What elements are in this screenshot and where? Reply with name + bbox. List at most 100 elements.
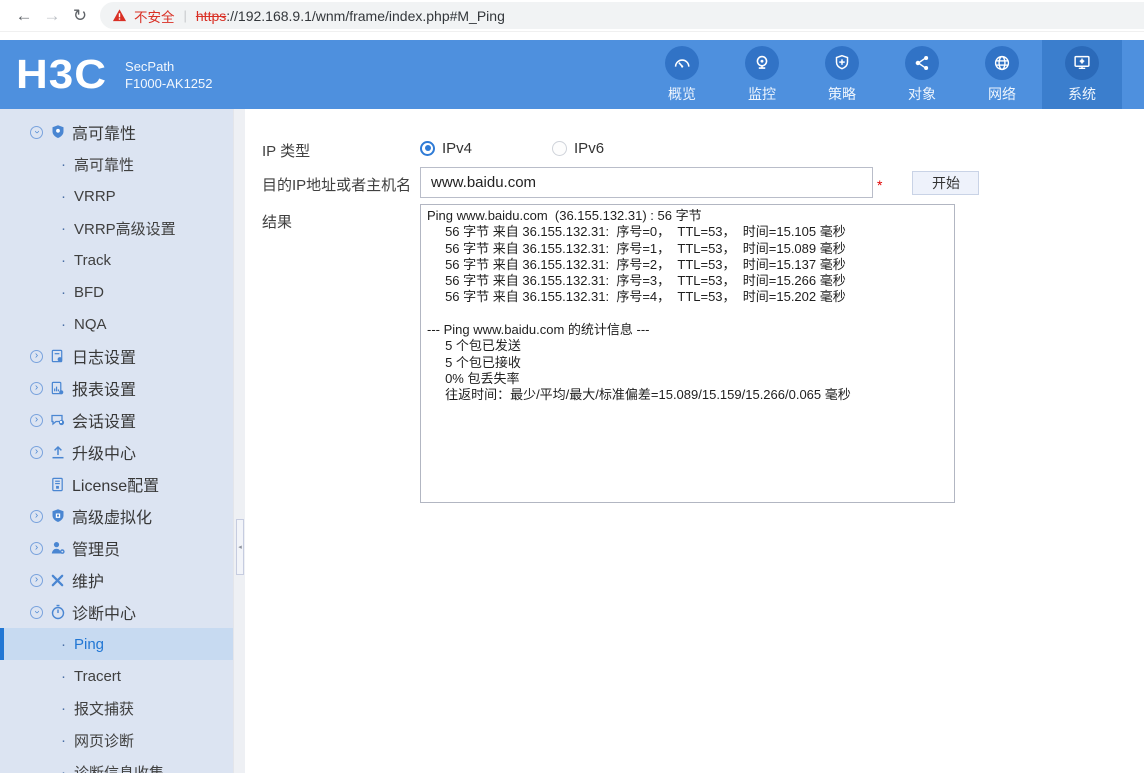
result-label: 结果 [262, 214, 293, 231]
collapse-arrow-icon: ◂ [238, 544, 242, 551]
item-label: BFD [74, 283, 104, 301]
leaf-bullet-icon: · [61, 187, 66, 205]
screen: ← → ↻ 不安全 | https://192.168.9.1/wnm/fram… [0, 0, 1144, 773]
ipv4-label[interactable]: IPv4 [442, 140, 472, 157]
h3c-logo: H3C [16, 51, 108, 97]
browser-back-icon[interactable]: ← [10, 6, 38, 26]
chevron-right-circle-icon[interactable]: › [30, 381, 43, 395]
chevron-right-circle-icon[interactable]: › [30, 509, 43, 523]
chevron-right-circle-icon[interactable]: › [30, 349, 43, 363]
tab-network[interactable]: 网络 [962, 40, 1042, 109]
sidebar-group-high-availability[interactable]: › 高可靠性 [0, 116, 233, 148]
sidebar-item-nqa[interactable]: · NQA [0, 308, 233, 340]
virtualization-icon [49, 508, 66, 525]
sidebar-item-vrrp-advanced[interactable]: · VRRP高级设置 [0, 212, 233, 244]
maintenance-icon [49, 572, 66, 589]
sidebar-group-diagnostic-center[interactable]: › 诊断中心 [0, 596, 233, 628]
item-label: 报文捕获 [74, 700, 135, 718]
chevron-right-circle-icon[interactable]: › [30, 445, 43, 459]
browser-forward-icon[interactable]: → [38, 6, 66, 26]
sidebar-item-high-availability[interactable]: · 高可靠性 [0, 148, 233, 180]
upgrade-icon [49, 444, 66, 461]
sidebar-item-ping[interactable]: · Ping [0, 628, 233, 660]
sidebar-item-tracert[interactable]: · Tracert [0, 660, 233, 692]
sidebar-group-session-settings[interactable]: › 会话设置 [0, 404, 233, 436]
chevron-right-circle-icon[interactable]: › [30, 541, 43, 555]
session-icon [49, 412, 66, 429]
url-rest: ://192.168.9.1/wnm/frame/index.php#M_Pin… [226, 7, 505, 24]
chevron-right-circle-icon[interactable]: › [30, 573, 43, 587]
product-line2: F1000-AK1252 [125, 75, 213, 91]
tab-label: 策略 [828, 85, 856, 102]
ping-result-text: Ping www.baidu.com (36.155.132.31) : 56 … [427, 208, 851, 403]
sidebar-group-advanced-virtualization[interactable]: › 高级虚拟化 [0, 500, 233, 532]
top-nav: 概览 监控 策略 对象 网络 系统 [642, 40, 1122, 109]
tab-system[interactable]: 系统 [1042, 40, 1122, 109]
chrome-gap [0, 31, 1144, 40]
group-label: 诊断中心 [72, 606, 137, 623]
result-output-box[interactable]: Ping www.baidu.com (36.155.132.31) : 56 … [420, 204, 955, 503]
item-label: Track [74, 251, 111, 269]
item-label: VRRP高级设置 [74, 220, 176, 238]
leaf-bullet-icon: · [61, 283, 66, 301]
leaf-bullet-icon: · [61, 315, 66, 333]
tab-overview[interactable]: 概览 [642, 40, 722, 109]
policy-shield-icon [825, 45, 859, 80]
sidebar-item-track[interactable]: · Track [0, 244, 233, 276]
start-button[interactable]: 开始 [912, 171, 980, 195]
sidebar-item-diagnostic-info-collection[interactable]: · 诊断信息收集 [0, 756, 233, 773]
product-name: SecPath F1000-AK1252 [125, 58, 212, 92]
sidebar-group-administrator[interactable]: › 管理员 [0, 532, 233, 564]
chevron-right-circle-icon[interactable]: › [30, 413, 43, 427]
ip-type-row: IP 类型 IPv4 IPv6 [245, 133, 1144, 163]
sidebar: › 高可靠性 · 高可靠性 · VRRP · VRRP高级设置 · Track [0, 109, 233, 773]
url-text: https://192.168.9.1/wnm/frame/index.php#… [196, 8, 505, 24]
object-share-icon [905, 45, 939, 80]
sidebar-item-bfd[interactable]: · BFD [0, 276, 233, 308]
chevron-down-circle-icon[interactable]: › [30, 125, 43, 139]
sidebar-item-web-diagnosis[interactable]: · 网页诊断 [0, 724, 233, 756]
leaf-bullet-icon: · [61, 635, 66, 653]
leaf-bullet-icon: · [61, 763, 66, 773]
item-label: Ping [74, 635, 105, 653]
destination-input[interactable] [420, 167, 873, 198]
leaf-bullet-icon: · [61, 699, 66, 717]
address-bar[interactable]: 不安全 | https://192.168.9.1/wnm/frame/inde… [100, 2, 1144, 29]
app-header: H3C SecPath F1000-AK1252 概览 监控 策略 对象 网络 … [0, 40, 1144, 109]
leaf-bullet-icon: · [61, 251, 66, 269]
chevron-down-circle-icon[interactable]: › [30, 605, 43, 619]
sidebar-group-report-settings[interactable]: › 报表设置 [0, 372, 233, 404]
tab-policy[interactable]: 策略 [802, 40, 882, 109]
destination-row: 目的IP地址或者主机名 * 开始 [245, 167, 1144, 198]
sidebar-item-vrrp[interactable]: · VRRP [0, 180, 233, 212]
browser-reload-icon[interactable]: ↻ [66, 6, 94, 26]
tab-monitor[interactable]: 监控 [722, 40, 802, 109]
admin-icon [49, 540, 66, 557]
item-label: Tracert [74, 667, 121, 685]
workspace: › 高可靠性 · 高可靠性 · VRRP · VRRP高级设置 · Track [0, 109, 1144, 773]
tab-label: 网络 [988, 85, 1016, 102]
ip-type-radio-group: IPv4 IPv6 [420, 133, 604, 163]
tab-label: 系统 [1068, 85, 1096, 102]
sidebar-item-license-config[interactable]: License配置 [0, 468, 233, 500]
sidebar-item-packet-capture[interactable]: · 报文捕获 [0, 692, 233, 724]
ipv6-label[interactable]: IPv6 [574, 140, 604, 157]
group-label: 管理员 [72, 542, 121, 559]
sidebar-group-upgrade-center[interactable]: › 升级中心 [0, 436, 233, 468]
sidebar-group-maintenance[interactable]: › 维护 [0, 564, 233, 596]
sidebar-collapse-handle[interactable]: ◂ [236, 519, 244, 575]
ipv6-radio[interactable] [552, 140, 568, 156]
ipv4-radio[interactable] [420, 140, 435, 156]
leaf-bullet-icon: · [61, 731, 66, 749]
gauge-icon [665, 45, 699, 80]
brand: H3C SecPath F1000-AK1252 [0, 40, 212, 109]
group-label: 报表设置 [72, 382, 137, 399]
group-label: 会话设置 [72, 414, 137, 431]
sidebar-group-log-settings[interactable]: › 日志设置 [0, 340, 233, 372]
tab-label: 对象 [908, 85, 936, 102]
address-divider: | [183, 8, 187, 23]
ip-type-label: IP 类型 [262, 143, 311, 160]
sidebar-scroll-strip[interactable]: ◂ [233, 109, 245, 773]
license-icon [49, 476, 66, 493]
tab-objects[interactable]: 对象 [882, 40, 962, 109]
